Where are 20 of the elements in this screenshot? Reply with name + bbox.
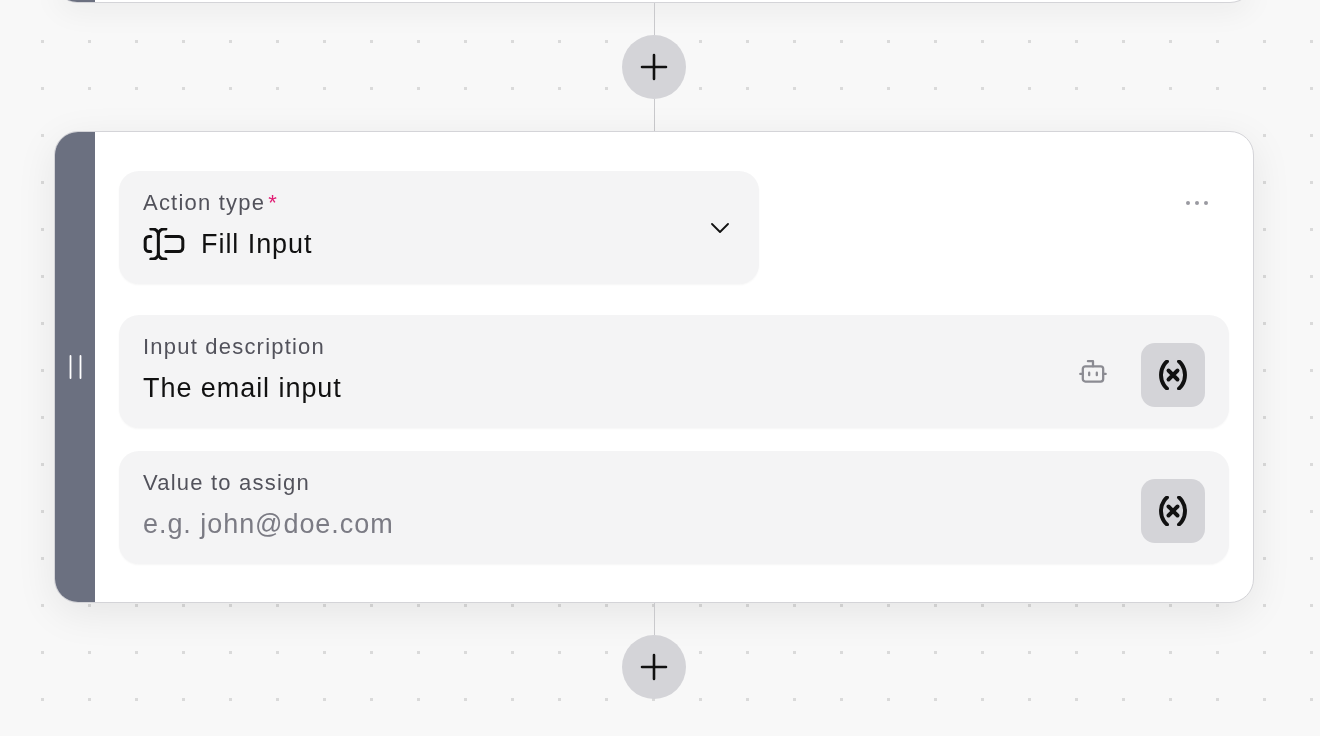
text-input[interactable]: e.g. john@doe.com (143, 507, 1141, 541)
drag-handle-icon[interactable] (68, 355, 82, 379)
variable-icon (1158, 495, 1188, 526)
action-type-select[interactable]: Action type* Fill Input (119, 171, 759, 284)
robot-icon[interactable] (1079, 357, 1107, 386)
selected-value: Fill Input (201, 228, 313, 261)
input-field[interactable]: Input description The email input (119, 315, 1229, 428)
text-cursor-icon (143, 228, 185, 260)
variable-button[interactable] (1141, 478, 1205, 543)
field-label: Action type* (143, 189, 278, 217)
variable-button[interactable] (1141, 342, 1205, 407)
text-input[interactable]: The email input (143, 371, 1079, 405)
variable-icon (1158, 359, 1188, 390)
chevron-down-icon (711, 222, 729, 233)
field-label: Input description (143, 333, 325, 361)
plus-icon (640, 53, 668, 81)
more-icon (1186, 201, 1208, 205)
field-label: Value to assign (143, 469, 310, 497)
input-field[interactable]: Value to assign e.g. john@doe.com (119, 451, 1229, 564)
plus-icon (640, 653, 668, 681)
